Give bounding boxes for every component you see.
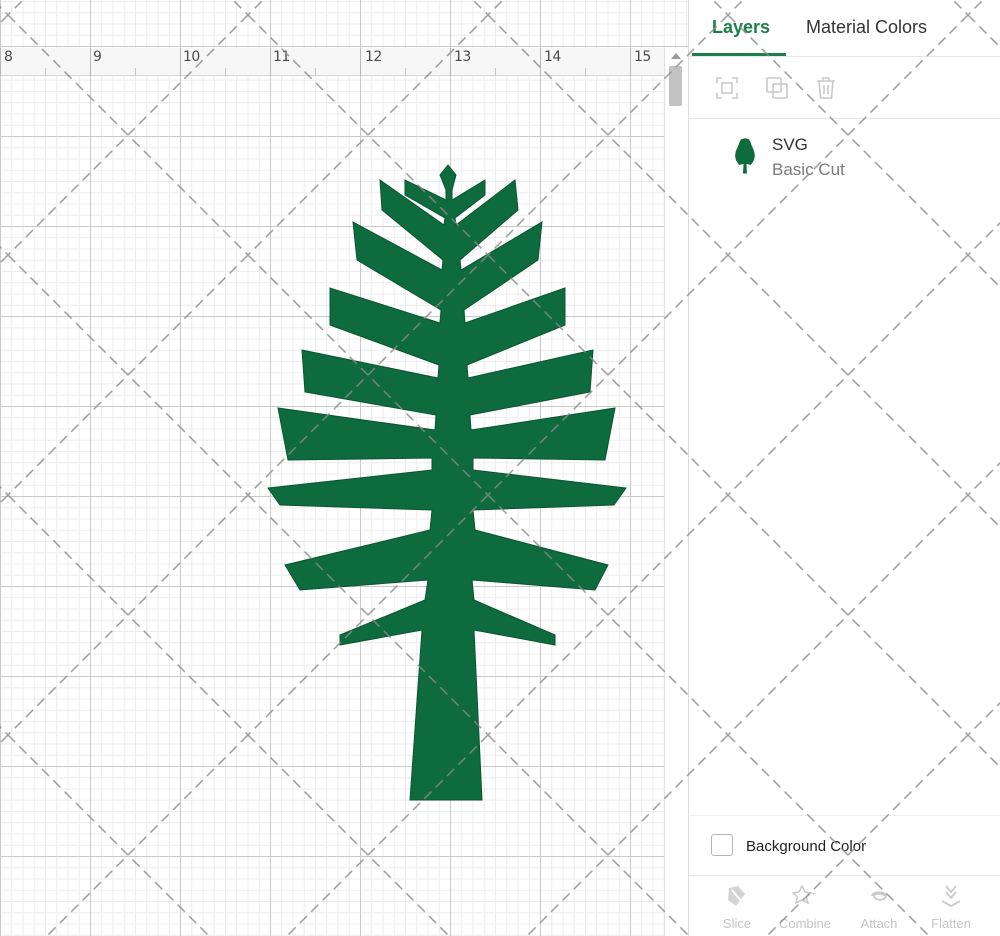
delete-icon[interactable] (813, 75, 839, 101)
slice-button[interactable]: Slice (705, 884, 769, 936)
duplicate-icon[interactable] (764, 75, 790, 101)
ruler-minor-tick (585, 68, 586, 75)
ruler-tick (180, 48, 181, 76)
ruler-label: 8 (4, 49, 13, 65)
ruler-label: 14 (544, 49, 561, 65)
tree-thumbnail-icon (735, 138, 755, 174)
ruler-tick (0, 48, 1, 76)
ruler-minor-tick (495, 68, 496, 75)
horizontal-ruler: 8 9 10 11 12 13 14 15 (0, 48, 664, 76)
ruler-tick (630, 48, 631, 76)
vertical-scrollbar[interactable] (664, 48, 688, 936)
slice-label: Slice (722, 916, 752, 931)
tree-design-shape[interactable] (260, 160, 635, 810)
layer-item[interactable]: SVG Basic Cut (689, 120, 1000, 190)
ruler-minor-tick (225, 68, 226, 75)
ruler-label: 11 (273, 49, 290, 65)
layer-operation: Basic Cut (772, 160, 845, 179)
bottom-toolbar: Slice Combine Attach Flatten (689, 875, 1000, 936)
ruler-tick (360, 48, 361, 76)
ruler-label: 12 (365, 49, 382, 65)
slice-icon (728, 886, 745, 906)
tab-layers[interactable]: Layers (712, 17, 770, 38)
ruler-label: 15 (634, 49, 651, 65)
layer-name: SVG (772, 135, 808, 154)
flatten-button[interactable]: Flatten (919, 884, 983, 936)
combine-icon (792, 884, 815, 905)
attach-icon (871, 891, 887, 901)
background-color-row: Background Color (689, 815, 1000, 875)
attach-label: Attach (860, 916, 898, 931)
panel-tabs: Layers Material Colors (689, 0, 1000, 57)
flatten-icon (941, 885, 961, 908)
scroll-up-arrow-icon[interactable] (671, 53, 681, 59)
attach-button[interactable]: Attach (847, 884, 911, 936)
layers-panel: Layers Material Colors SVG Basic Cut Bac… (688, 0, 1000, 936)
flatten-label: Flatten (931, 916, 971, 931)
background-color-label: Background Color (746, 838, 867, 855)
ruler-minor-tick (135, 68, 136, 75)
ruler-tick (90, 48, 91, 76)
ruler-label: 13 (454, 49, 471, 65)
background-color-checkbox[interactable] (711, 834, 733, 856)
ruler-tick (450, 48, 451, 76)
ruler-tick (270, 48, 271, 76)
ruler-minor-tick (405, 68, 406, 75)
combine-button[interactable]: Combine (773, 884, 837, 936)
ruler-label: 9 (93, 49, 102, 65)
active-tab-indicator (692, 53, 786, 56)
group-icon[interactable] (714, 75, 740, 101)
ruler-minor-tick (45, 68, 46, 75)
layers-toolbar (689, 57, 1000, 119)
ruler-minor-tick (315, 68, 316, 75)
ruler-tick (540, 48, 541, 76)
ruler-label: 10 (183, 49, 200, 65)
scrollbar-thumb[interactable] (669, 66, 682, 106)
tab-material-colors[interactable]: Material Colors (806, 17, 927, 38)
design-canvas[interactable]: 8 9 10 11 12 13 14 15 (0, 0, 688, 936)
combine-label: Combine (778, 916, 832, 931)
